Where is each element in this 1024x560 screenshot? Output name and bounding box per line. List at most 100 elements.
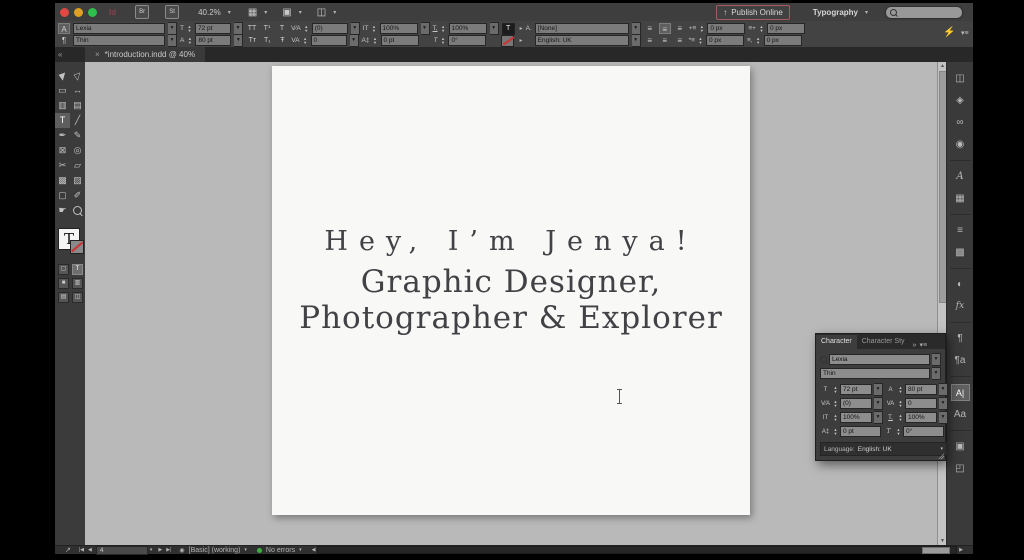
panel-horizontal-scale-stepper[interactable]: ▲▼ xyxy=(898,414,903,422)
pen-tool[interactable]: ✒ xyxy=(55,128,70,143)
tracking-stepper[interactable]: ▲▼ xyxy=(303,37,308,45)
panel-kerning-stepper[interactable]: ▲▼ xyxy=(833,400,838,408)
previous-page-button[interactable]: ◀ xyxy=(88,547,92,553)
underline-button[interactable]: Ŧ xyxy=(276,35,288,46)
panel-size-arrow[interactable]: ▼ xyxy=(874,383,883,396)
preflight-icon[interactable]: ◉ xyxy=(179,547,184,554)
character-style-field[interactable]: [None] xyxy=(535,23,629,34)
tracking-field[interactable]: 0 xyxy=(311,35,347,46)
paragraph-panel-icon[interactable]: ¶ xyxy=(951,330,970,347)
panel-size-stepper[interactable]: ▲▼ xyxy=(833,386,838,394)
screen-mode-icon[interactable]: ▣ xyxy=(282,7,291,18)
right-indent-field[interactable]: 0 px xyxy=(767,23,805,34)
hscroll-right-arrow[interactable]: ▶ xyxy=(959,547,963,553)
arrange-documents-arrow[interactable]: ▾ xyxy=(333,9,336,16)
panel-horizontal-scale-arrow[interactable]: ▼ xyxy=(939,411,948,424)
tab-character-styles[interactable]: Character Sty xyxy=(857,335,910,349)
panel-language-arrow[interactable]: ▾ xyxy=(940,446,943,452)
panel-tracking-arrow[interactable]: ▼ xyxy=(939,397,948,410)
panel-vertical-scale-arrow[interactable]: ▼ xyxy=(874,411,883,424)
search-input[interactable] xyxy=(885,6,963,19)
gradient-tool[interactable]: ▩ xyxy=(55,173,70,188)
panel-menu-icon[interactable]: ▾≡ xyxy=(919,341,927,349)
collapse-tools-icon[interactable]: « xyxy=(58,50,62,59)
errors-dropdown-arrow[interactable]: ▾ xyxy=(299,547,302,553)
hand-tool[interactable]: ☛ xyxy=(55,203,70,218)
stroke-color-swatch[interactable] xyxy=(501,35,514,47)
stroke-swatch-arrow[interactable]: ▸ xyxy=(519,37,522,44)
note-tool[interactable]: ▢ xyxy=(55,188,70,203)
doc-text-line-1[interactable]: Hey, I’m Jenya! xyxy=(272,226,750,257)
effects-panel-icon[interactable]: fx xyxy=(951,298,970,315)
free-transform-tool[interactable]: ▱ xyxy=(70,158,85,173)
font-family-field[interactable]: Lexia xyxy=(73,23,165,34)
doc-text-line-3[interactable]: Photographer & Explorer xyxy=(272,300,750,336)
panel-tracking-field[interactable]: 0 xyxy=(905,398,937,409)
eyedropper-tool[interactable]: ✐ xyxy=(70,188,85,203)
cc-charge-icon[interactable]: ⚡ xyxy=(943,27,955,38)
panel-leading-stepper[interactable]: ▲▼ xyxy=(898,386,903,394)
panel-font-style-arrow[interactable]: ▼ xyxy=(932,367,941,380)
rectangle-frame-tool[interactable]: ⊠ xyxy=(55,143,70,158)
first-line-indent-field[interactable]: 0 px xyxy=(706,35,744,46)
paragraph-styles-panel-icon[interactable]: ¶a xyxy=(951,352,970,369)
bridge-button[interactable]: Br xyxy=(135,5,149,19)
leading-stepper[interactable]: ▲▼ xyxy=(187,37,192,45)
gradient-feather-tool[interactable]: ▨ xyxy=(70,173,85,188)
panel-leading-field[interactable]: 80 pt xyxy=(905,384,937,395)
tracking-dropdown-arrow[interactable]: ▼ xyxy=(350,34,359,47)
normal-view-button[interactable]: ▤ xyxy=(58,292,69,303)
document-tab[interactable]: × *introduction.indd @ 40% xyxy=(85,47,205,62)
workspace-dropdown-arrow[interactable]: ▾ xyxy=(865,9,868,16)
language-dropdown-arrow[interactable]: ▼ xyxy=(632,34,641,47)
stroke-panel-icon[interactable]: ≡ xyxy=(951,222,970,239)
subscript-button[interactable]: T₁ xyxy=(261,35,273,46)
panel-font-family-arrow[interactable]: ▼ xyxy=(932,353,941,366)
ellipse-frame-tool[interactable]: ◎ xyxy=(70,143,85,158)
panel-leading-arrow[interactable]: ▼ xyxy=(939,383,948,396)
swatches-panel-icon[interactable]: ▦ xyxy=(951,190,970,207)
align-right-button[interactable]: ≡ xyxy=(674,23,686,34)
justify-all-button[interactable]: ≡ xyxy=(674,35,686,46)
zoom-level-value[interactable]: 40.2% xyxy=(198,8,221,17)
last-line-indent-stepper[interactable]: ▲▼ xyxy=(756,37,761,45)
page-number-dropdown-arrow[interactable]: ▾ xyxy=(150,547,153,553)
panel-vertical-scale-stepper[interactable]: ▲▼ xyxy=(833,414,838,422)
hscroll-left-arrow[interactable]: ◀ xyxy=(312,547,316,553)
pasteboard[interactable]: Hey, I’m Jenya! Graphic Designer, Photog… xyxy=(85,62,937,545)
links-panel-icon[interactable]: ∞ xyxy=(951,114,970,131)
horizontal-scrollbar[interactable] xyxy=(317,546,957,554)
leading-field[interactable]: 80 pt xyxy=(195,35,231,46)
glyphs-panel-icon[interactable]: A xyxy=(951,168,970,185)
apply-gradient-button[interactable]: ▥ xyxy=(72,278,83,289)
justify-left-button[interactable]: ≡ xyxy=(644,35,656,46)
font-style-dropdown-arrow[interactable]: ▼ xyxy=(168,34,177,47)
arrange-documents-icon[interactable]: ◫ xyxy=(317,7,326,18)
workspace-switcher[interactable]: Typography xyxy=(813,8,858,17)
strikethrough-button[interactable]: T xyxy=(276,23,288,34)
character-panel-icon[interactable]: A| xyxy=(951,384,970,401)
font-size-stepper[interactable]: ▲▼ xyxy=(187,25,192,33)
left-indent-field[interactable]: 0 px xyxy=(707,23,745,34)
horizontal-scale-dropdown-arrow[interactable]: ▼ xyxy=(490,22,499,35)
scissors-tool[interactable]: ✂ xyxy=(55,158,70,173)
selection-tool[interactable]: ▶ xyxy=(55,68,70,83)
close-window-button[interactable] xyxy=(60,8,69,17)
preflight-profile[interactable]: [Basic] (working) xyxy=(189,547,241,554)
layers-panel-icon[interactable]: ◈ xyxy=(951,92,970,109)
vertical-scale-field[interactable]: 100% xyxy=(380,23,418,34)
panel-baseline-shift-stepper[interactable]: ▲▼ xyxy=(833,428,838,436)
text-wrap-panel-icon[interactable]: ▣ xyxy=(951,438,970,455)
superscript-button[interactable]: T¹ xyxy=(261,23,273,34)
first-line-indent-stepper[interactable]: ▲▼ xyxy=(698,37,703,45)
screen-mode-arrow[interactable]: ▾ xyxy=(299,9,302,16)
panel-vertical-scale-field[interactable]: 100% xyxy=(840,412,872,423)
content-collector-tool[interactable]: ▥ xyxy=(55,98,70,113)
formatting-affects-text-button[interactable]: T xyxy=(72,264,83,275)
left-indent-stepper[interactable]: ▲▼ xyxy=(699,25,704,33)
stroke-proxy-swatch[interactable] xyxy=(70,240,84,254)
small-caps-button[interactable]: Tт xyxy=(246,35,258,46)
leading-dropdown-arrow[interactable]: ▼ xyxy=(234,34,243,47)
paragraph-formatting-button[interactable]: ¶ xyxy=(58,35,70,46)
horizontal-scrollbar-thumb[interactable] xyxy=(922,547,950,554)
